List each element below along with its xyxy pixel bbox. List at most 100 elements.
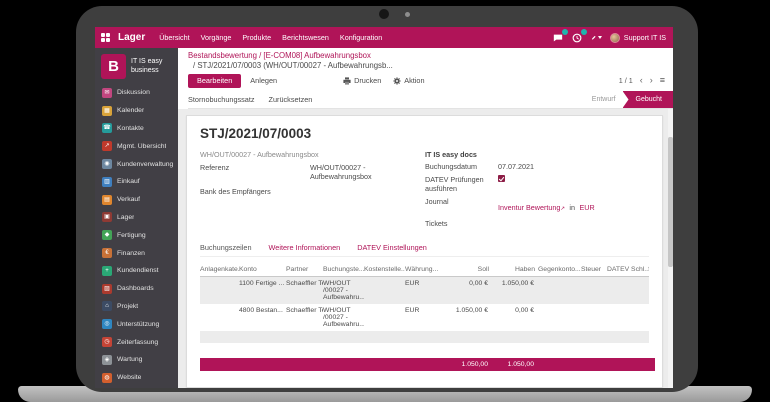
sidebar-item-label: Kundendienst xyxy=(117,267,159,274)
col-anlagenkategorie[interactable]: Anlagenkate... xyxy=(200,263,239,277)
reset-button[interactable]: Zurücksetzen xyxy=(269,95,313,104)
sidebar-item-verkauf[interactable]: ▤Verkauf xyxy=(95,191,178,209)
cell-partner: Schaeffler Te... xyxy=(286,304,323,331)
sidebar-item-unterstuetzung[interactable]: ◎Unterstützung xyxy=(95,315,178,333)
apps-menu-icon[interactable] xyxy=(101,33,110,42)
menu-produkte[interactable]: Produkte xyxy=(242,33,271,42)
sidebar-item-einkauf[interactable]: ▥Einkauf xyxy=(95,173,178,191)
activities-icon[interactable] xyxy=(572,32,583,43)
gear-icon xyxy=(393,77,401,85)
print-button[interactable]: Drucken xyxy=(343,76,381,85)
cell-kostenstelle xyxy=(364,304,405,331)
table-header-row: Anlagenkate... Konto Partner Buchungste.… xyxy=(200,263,649,277)
value-referenz[interactable]: WH/OUT/00027 - Aufbewahrungsbox xyxy=(310,163,405,181)
sidebar-item-label: Unterstützung xyxy=(117,321,159,328)
user-name: Support IT IS xyxy=(624,33,666,42)
sidebar-item-kundendienst[interactable]: +Kundendienst xyxy=(95,262,178,280)
col-st[interactable]: St xyxy=(648,263,649,277)
value-tickets[interactable] xyxy=(498,219,593,228)
col-kostenstelle[interactable]: Kostenstelle... xyxy=(364,263,405,277)
journal-currency[interactable]: EUR xyxy=(579,203,594,212)
sidebar-item-projekt[interactable]: ⌂ Projekt xyxy=(95,298,178,316)
messages-icon[interactable] xyxy=(553,32,564,43)
col-haben[interactable]: Haben xyxy=(492,263,538,277)
col-partner[interactable]: Partner xyxy=(286,263,323,277)
sidebar-item-dashboards[interactable]: ▨Dashboards xyxy=(95,280,178,298)
edit-tools-icon[interactable] xyxy=(591,32,602,43)
sidebar-item-wartung[interactable]: ◈Wartung xyxy=(95,351,178,369)
status-draft[interactable]: Entwurf xyxy=(592,96,616,103)
tab-datev-einstellungen[interactable]: DATEV Einstellungen xyxy=(357,243,427,252)
sidebar-item-finanzen[interactable]: €Finanzen xyxy=(95,244,178,262)
action-button[interactable]: Aktion xyxy=(393,76,424,85)
cell-partner: Schaeffler Te... xyxy=(286,277,323,304)
value-buchungsdatum[interactable]: 07.07.2021 xyxy=(498,162,593,171)
scrollbar-thumb[interactable] xyxy=(668,137,673,267)
tab-buchungszeilen[interactable]: Buchungszeilen xyxy=(200,243,252,252)
sidebar-item-label: Lager xyxy=(117,214,134,221)
sidebar-item-kundenverwaltung[interactable]: ◉Kundenverwaltung xyxy=(95,155,178,173)
sidebar-item-zeiterfassung[interactable]: ◷Zeiterfassung xyxy=(95,333,178,351)
cell-steuer xyxy=(581,277,607,304)
cell-soll: 0,00 € xyxy=(446,277,492,304)
cell-buchungstext: WH/OUT /00027 - Aufbewahru... xyxy=(323,277,364,304)
external-link-icon[interactable]: ↗ xyxy=(560,206,565,212)
datev-checkbox[interactable] xyxy=(498,175,505,182)
sidebar-item-website[interactable]: ◍Website xyxy=(95,369,178,387)
cell-anlagenkategorie xyxy=(200,304,239,331)
col-soll[interactable]: Soll xyxy=(446,263,492,277)
menu-konfiguration[interactable]: Konfiguration xyxy=(340,33,382,42)
sidebar-item-fertigung[interactable]: ◆Fertigung xyxy=(95,226,178,244)
menu-uebersicht[interactable]: Übersicht xyxy=(159,33,189,42)
reverse-entry-button[interactable]: Stornobuchungssatz xyxy=(188,95,255,104)
sales-icon: ▤ xyxy=(102,195,112,205)
create-button[interactable]: Anlegen xyxy=(250,76,277,85)
status-posted-badge[interactable]: Gebucht xyxy=(623,91,673,108)
table-row[interactable]: 4800 Bestan... Schaeffler Te... WH/OUT /… xyxy=(200,304,649,331)
tab-weitere-informationen[interactable]: Weitere Informationen xyxy=(269,243,341,252)
sidebar: B IT IS easy business ✉Diskussion ▦Kalen… xyxy=(95,48,178,388)
breadcrumb[interactable]: Bestandsbewertung / [E-COM08] Aufbewahru… xyxy=(188,51,673,60)
sidebar-item-label: Kundenverwaltung xyxy=(117,161,173,168)
col-buchungstext[interactable]: Buchungste... xyxy=(323,263,364,277)
pager: 1 / 1 ‹ › ≡ xyxy=(619,76,665,85)
app-name[interactable]: Lager xyxy=(118,32,145,43)
edit-button[interactable]: Bearbeiten xyxy=(188,74,241,88)
value-bank-des-empfaengers[interactable] xyxy=(310,187,405,196)
sidebar-item-lager[interactable]: ▣Lager xyxy=(95,209,178,227)
col-gegenkonto[interactable]: Gegenkonto... xyxy=(538,263,581,277)
col-konto[interactable]: Konto xyxy=(239,263,286,277)
pager-prev-icon[interactable]: ‹ xyxy=(640,76,643,85)
list-view-icon[interactable]: ≡ xyxy=(660,76,665,85)
activities-badge xyxy=(581,29,587,35)
col-steuer[interactable]: Steuer xyxy=(581,263,607,277)
sidebar-item-diskussion[interactable]: ✉Diskussion xyxy=(95,84,178,102)
sidebar-item-kontakte[interactable]: ☎Kontakte xyxy=(95,120,178,138)
cell-konto: 1100 Fertige ... xyxy=(239,277,286,304)
sidebar-item-kalender[interactable]: ▦Kalender xyxy=(95,102,178,120)
user-menu[interactable]: Support IT IS xyxy=(610,33,666,43)
chart-icon: ↗ xyxy=(102,141,112,151)
app-window: Lager Übersicht Vorgänge Produkte Berich… xyxy=(95,27,673,388)
action-label: Aktion xyxy=(404,76,424,85)
journal-link[interactable]: Inventur Bewertung xyxy=(498,203,560,212)
menu-berichtswesen[interactable]: Berichtswesen xyxy=(282,33,329,42)
pager-next-icon[interactable]: › xyxy=(650,76,653,85)
chat-icon: ✉ xyxy=(102,88,112,98)
cell-gegenkonto xyxy=(538,277,581,304)
vertical-scrollbar[interactable] xyxy=(668,109,673,388)
sidebar-item-mgmt-uebersicht[interactable]: ↗Mgmt. Übersicht xyxy=(95,137,178,155)
project-icon: ⌂ xyxy=(102,301,112,311)
document-sheet: STJ/2021/07/0003 WH/OUT/00027 - Aufbewah… xyxy=(186,115,663,388)
table-row[interactable]: 1100 Fertige ... Schaeffler Te... WH/OUT… xyxy=(200,277,649,304)
label-journal: Journal xyxy=(425,197,498,215)
sidebar-item-label: Projekt xyxy=(117,303,138,310)
cell-konto: 4800 Bestan... xyxy=(239,304,286,331)
col-waehrung[interactable]: Währung... xyxy=(405,263,446,277)
col-datev-schluessel[interactable]: DATEV Schl... xyxy=(607,263,648,277)
breadcrumb-current: / STJ/2021/07/0003 (WH/OUT/00027 - Aufbe… xyxy=(193,61,673,70)
sidebar-brand[interactable]: B IT IS easy business xyxy=(95,48,178,84)
secondary-button-row: Stornobuchungssatz Zurücksetzen Entwurf … xyxy=(188,91,673,109)
menu-vorgaenge[interactable]: Vorgänge xyxy=(201,33,232,42)
table-empty-row[interactable] xyxy=(200,331,649,343)
